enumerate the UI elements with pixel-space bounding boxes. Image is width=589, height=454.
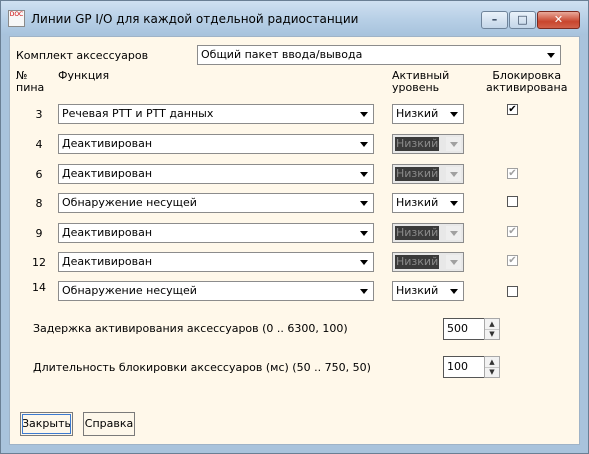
level-select-value: Низкий bbox=[395, 255, 440, 269]
function-header: Функция bbox=[58, 69, 110, 82]
chevron-down-icon bbox=[356, 255, 371, 269]
function-select[interactable]: Деактивирован bbox=[58, 252, 374, 272]
function-select[interactable]: Речевая PTT и PTT данных bbox=[58, 104, 374, 124]
dialog-window: DOC Линии GP I/O для каждой отдельной ра… bbox=[0, 0, 589, 454]
function-select[interactable]: Деактивирован bbox=[58, 164, 374, 184]
function-select[interactable]: Обнаружение несущей bbox=[58, 193, 374, 213]
chevron-down-icon bbox=[356, 167, 371, 181]
title-bar[interactable]: DOC Линии GP I/O для каждой отдельной ра… bbox=[1, 1, 588, 35]
help-button[interactable]: Справка bbox=[83, 412, 135, 436]
level-select-disabled: Низкий bbox=[392, 223, 464, 243]
stepper-down-icon[interactable]: ▼ bbox=[485, 367, 499, 377]
delay-label: Задержка активирования аксессуаров (0 ..… bbox=[33, 322, 348, 335]
level-select[interactable]: Низкий bbox=[392, 281, 464, 301]
level-select-value: Низкий bbox=[396, 284, 439, 297]
kit-select[interactable]: Общий пакет ввода/вывода bbox=[197, 45, 561, 65]
lock-checkbox-disabled: ✔ bbox=[507, 168, 518, 179]
kit-select-value: Общий пакет ввода/вывода bbox=[201, 48, 363, 61]
delay-value: 500 bbox=[447, 322, 468, 335]
pin-number: 8 bbox=[35, 197, 43, 210]
maximize-button[interactable]: □ bbox=[509, 11, 536, 29]
chevron-down-icon bbox=[446, 167, 461, 181]
close-icon: ✕ bbox=[553, 13, 564, 26]
lock-duration-label: Длительность блокировки аксессуаров (мс)… bbox=[33, 361, 371, 374]
lock-header: Блокировка активирована bbox=[486, 70, 567, 94]
function-select-value: Деактивирован bbox=[62, 137, 153, 150]
chevron-down-icon bbox=[446, 137, 461, 151]
chevron-down-icon bbox=[543, 48, 558, 62]
lock-header-line2: активирована bbox=[486, 81, 568, 94]
active-level-header: Активный уровень bbox=[392, 70, 449, 94]
lock-checkbox-disabled: ✔ bbox=[507, 255, 518, 266]
function-select-value: Деактивирован bbox=[62, 226, 153, 239]
chevron-down-icon bbox=[356, 107, 371, 121]
level-select[interactable]: Низкий bbox=[392, 104, 464, 124]
function-select-value: Деактивирован bbox=[62, 167, 153, 180]
pin-number: 9 bbox=[35, 227, 43, 240]
lock-checkbox[interactable] bbox=[507, 286, 518, 297]
chevron-down-icon bbox=[446, 255, 461, 269]
lock-checkbox-disabled: ✔ bbox=[507, 226, 518, 237]
minimize-icon: – bbox=[491, 13, 498, 26]
level-select-value: Низкий bbox=[395, 137, 440, 151]
level-select-value: Низкий bbox=[395, 226, 440, 240]
chevron-down-icon bbox=[356, 137, 371, 151]
chevron-down-icon bbox=[446, 107, 461, 121]
lock-duration-input[interactable]: 100 bbox=[443, 356, 487, 378]
chevron-down-icon bbox=[356, 196, 371, 210]
pin-number: 14 bbox=[32, 281, 46, 294]
pin-header: № пина bbox=[16, 70, 44, 94]
pin-header-line2: пина bbox=[16, 81, 45, 94]
chevron-down-icon bbox=[446, 196, 461, 210]
delay-input[interactable]: 500 bbox=[443, 318, 487, 340]
dialog-body: Комплект аксессуаров Общий пакет ввода/в… bbox=[9, 36, 580, 445]
chevron-down-icon bbox=[356, 284, 371, 298]
function-select-value: Обнаружение несущей bbox=[62, 196, 197, 209]
maximize-icon: □ bbox=[517, 13, 528, 26]
pin-number: 4 bbox=[35, 138, 43, 151]
function-select[interactable]: Деактивирован bbox=[58, 223, 374, 243]
lock-checkbox[interactable] bbox=[507, 196, 518, 207]
function-select[interactable]: Деактивирован bbox=[58, 134, 374, 154]
chevron-down-icon bbox=[356, 226, 371, 240]
close-window-button[interactable]: ✕ bbox=[537, 11, 580, 29]
lock-duration-value: 100 bbox=[447, 360, 468, 373]
minimize-button[interactable]: – bbox=[481, 11, 508, 29]
close-button[interactable]: Закрыть bbox=[20, 412, 73, 436]
lock-duration-stepper[interactable]: ▲ ▼ bbox=[484, 356, 500, 378]
pin-number: 6 bbox=[35, 168, 43, 181]
active-level-header-line2: уровень bbox=[392, 81, 440, 94]
window-title: Линии GP I/O для каждой отдельной радиос… bbox=[31, 12, 359, 26]
function-select-value: Речевая PTT и PTT данных bbox=[62, 107, 214, 120]
level-select-disabled: Низкий bbox=[392, 134, 464, 154]
stepper-down-icon[interactable]: ▼ bbox=[485, 329, 499, 339]
kit-label: Комплект аксессуаров bbox=[16, 49, 149, 62]
pin-number: 3 bbox=[35, 108, 43, 121]
app-icon: DOC bbox=[8, 10, 25, 27]
chevron-down-icon bbox=[446, 226, 461, 240]
level-select-disabled: Низкий bbox=[392, 252, 464, 272]
lock-checkbox[interactable]: ✔ bbox=[507, 104, 518, 115]
level-select[interactable]: Низкий bbox=[392, 193, 464, 213]
pin-number: 12 bbox=[32, 256, 46, 269]
chevron-down-icon bbox=[446, 284, 461, 298]
level-select-value: Низкий bbox=[396, 107, 439, 120]
level-select-value: Низкий bbox=[395, 167, 440, 181]
function-select-value: Деактивирован bbox=[62, 255, 153, 268]
level-select-disabled: Низкий bbox=[392, 164, 464, 184]
delay-stepper[interactable]: ▲ ▼ bbox=[484, 318, 500, 340]
function-select[interactable]: Обнаружение несущей bbox=[58, 281, 374, 301]
level-select-value: Низкий bbox=[396, 196, 439, 209]
function-select-value: Обнаружение несущей bbox=[62, 284, 197, 297]
